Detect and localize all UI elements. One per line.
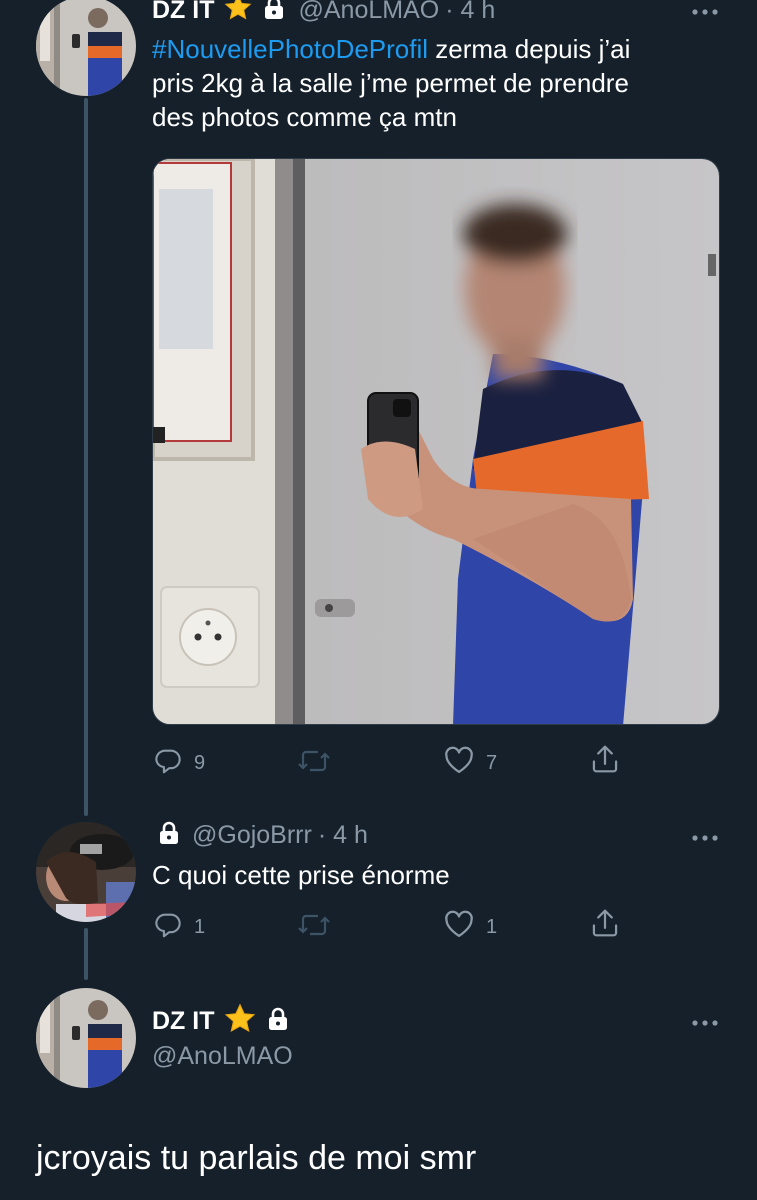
retweet-button[interactable] [298, 748, 330, 780]
star-emoji-icon [223, 1002, 257, 1041]
more-icon[interactable] [690, 1015, 720, 1026]
avatar-dz-it-bottom[interactable] [36, 988, 136, 1088]
avatar-gojobrrr[interactable] [36, 822, 136, 922]
tweet-text-line-2: pris 2kg à la salle j’me permet de prend… [152, 68, 629, 98]
tweet-header-2: @GojoBrrr · 4 h [158, 818, 368, 852]
timestamp[interactable]: · 4 h [318, 821, 368, 850]
star-emoji-icon [223, 0, 253, 28]
like-button[interactable]: 7 [444, 746, 497, 780]
lock-icon [263, 0, 285, 25]
share-icon [590, 907, 620, 945]
thread-line-top [84, 98, 88, 816]
like-count: 7 [486, 751, 498, 774]
handle[interactable]: @AnoLMAO [152, 1042, 293, 1071]
tweet-text-1: #NouvellePhotoDeProfil zerma depuis j’ai… [152, 32, 732, 134]
share-icon [590, 743, 620, 781]
tweet-photo[interactable] [152, 158, 720, 725]
tweet-text-line-3: des photos comme ça mtn [152, 102, 457, 132]
tweet-header-3: DZ IT [152, 1002, 289, 1041]
more-icon[interactable] [690, 830, 720, 841]
retweet-icon [298, 748, 330, 780]
reply-icon [154, 746, 182, 780]
tweet-text-line-1: zerma depuis j’ai [428, 34, 631, 64]
handle[interactable]: @AnoLMAO [299, 0, 440, 25]
tweet-text-2: C quoi cette prise énorme [152, 860, 450, 890]
heart-icon [444, 746, 474, 780]
more-icon[interactable] [690, 4, 720, 15]
handle[interactable]: @GojoBrrr [192, 821, 312, 850]
like-count: 1 [486, 915, 498, 938]
reply-icon [154, 910, 182, 944]
share-button[interactable] [590, 743, 620, 781]
avatar-dz-it-top[interactable] [36, 0, 136, 96]
tweet-header-1: DZ IT @AnoLMAO · 4 h [152, 0, 495, 28]
thread-line-middle [84, 928, 88, 980]
focused-tweet-text: jcroyais tu parlais de moi smr [36, 1139, 477, 1177]
display-name[interactable]: DZ IT [152, 0, 215, 25]
lock-icon [158, 821, 180, 850]
reply-count: 1 [194, 915, 206, 938]
display-name[interactable]: DZ IT [152, 1007, 215, 1036]
lock-icon [267, 1007, 289, 1036]
reply-button[interactable]: 1 [154, 910, 205, 944]
share-button[interactable] [590, 907, 620, 945]
reply-button[interactable]: 9 [154, 746, 205, 780]
hashtag-link[interactable]: #NouvellePhotoDeProfil [152, 34, 428, 64]
heart-icon [444, 910, 474, 944]
retweet-button[interactable] [298, 912, 330, 944]
retweet-icon [298, 912, 330, 944]
reply-count: 9 [194, 751, 206, 774]
timestamp[interactable]: · 4 h [445, 0, 495, 25]
like-button[interactable]: 1 [444, 910, 497, 944]
